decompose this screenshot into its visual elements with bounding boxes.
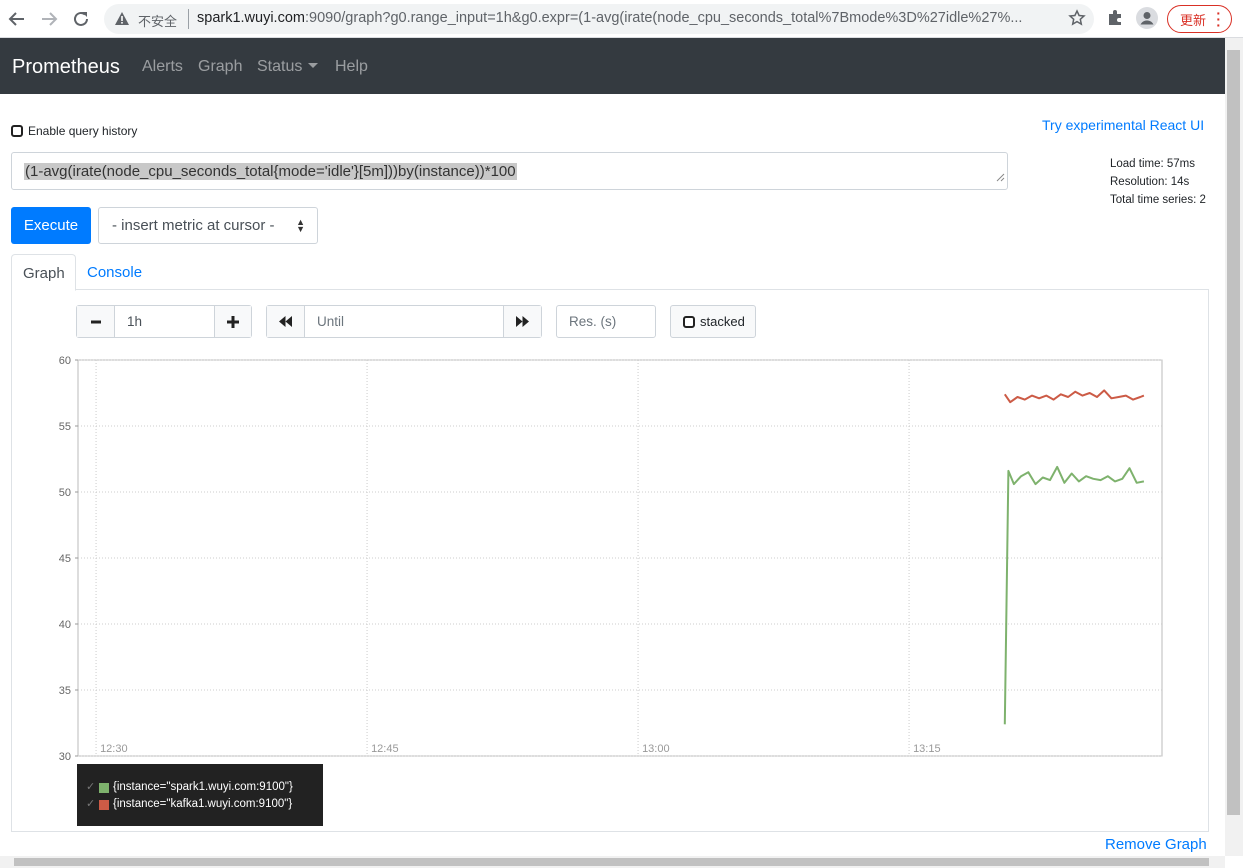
brand-logo[interactable]: Prometheus bbox=[12, 56, 120, 79]
reload-icon[interactable] bbox=[70, 8, 92, 30]
range-input[interactable]: 1h bbox=[127, 314, 142, 329]
load-time: Load time: 57ms bbox=[1110, 158, 1196, 170]
chart-legend: ✓ {instance="spark1.wuyi.com:9100"} ✓ {i… bbox=[77, 764, 323, 826]
y-tick-label: 40 bbox=[59, 619, 71, 631]
legend-item-kafka1[interactable]: ✓ {instance="kafka1.wuyi.com:9100"} bbox=[86, 796, 323, 813]
time-series-chart[interactable]: 30 35 40 45 50 55 60 12:30 12:45 13:00 13:15 bbox=[40, 350, 1170, 760]
horizontal-scrollbar[interactable] bbox=[0, 856, 1225, 868]
legend-swatch-red bbox=[99, 799, 109, 810]
more-menu-icon[interactable]: · · · bbox=[1216, 6, 1221, 32]
resize-grip-icon[interactable] bbox=[996, 169, 1005, 187]
profile-avatar-icon[interactable] bbox=[1136, 7, 1158, 29]
back-icon[interactable] bbox=[6, 8, 28, 30]
y-tick-label: 50 bbox=[59, 487, 71, 499]
total-series: Total time series: 2 bbox=[1110, 194, 1206, 206]
stacked-toggle[interactable]: stacked bbox=[670, 305, 756, 338]
x-tick-label: 13:15 bbox=[913, 743, 941, 755]
stacked-checkbox[interactable] bbox=[683, 315, 695, 328]
y-tick-label: 60 bbox=[59, 355, 71, 367]
url-path: :9090/graph?g0.range_input=1h&g0.expr=(1… bbox=[304, 10, 1023, 26]
metric-select-label: - insert metric at cursor - bbox=[112, 217, 275, 234]
nav-graph[interactable]: Graph bbox=[198, 58, 242, 76]
nav-alerts[interactable]: Alerts bbox=[142, 58, 183, 76]
x-tick-label: 12:45 bbox=[371, 743, 399, 755]
step-back-button[interactable] bbox=[267, 306, 305, 337]
url-text[interactable]: spark1.wuyi.com:9090/graph?g0.range_inpu… bbox=[197, 10, 1057, 26]
query-stats: Load time: 57ms Resolution: 14s Total ti… bbox=[1110, 155, 1206, 209]
update-label: 更新 bbox=[1180, 12, 1207, 28]
legend-label-spark1: {instance="spark1.wuyi.com:9100"} bbox=[113, 781, 293, 793]
y-tick-label: 35 bbox=[59, 685, 71, 697]
until-input[interactable]: Until bbox=[317, 314, 344, 329]
react-ui-link[interactable]: Try experimental React UI bbox=[1042, 117, 1204, 133]
vertical-scrollbar[interactable] bbox=[1225, 38, 1243, 856]
execute-button[interactable]: Execute bbox=[11, 207, 91, 244]
chevron-down-icon bbox=[308, 63, 319, 68]
query-history-toggle[interactable]: Enable query history bbox=[11, 124, 137, 138]
extensions-puzzle-icon[interactable] bbox=[1106, 9, 1124, 32]
query-history-label: Enable query history bbox=[28, 124, 138, 138]
browser-update-button[interactable]: 更新 · · · bbox=[1167, 5, 1232, 33]
y-tick-label: 55 bbox=[59, 421, 71, 433]
step-forward-button[interactable] bbox=[503, 306, 541, 337]
remove-graph-link[interactable]: Remove Graph bbox=[1105, 836, 1207, 853]
decrease-range-button[interactable] bbox=[77, 306, 115, 337]
horizontal-scroll-thumb[interactable] bbox=[14, 858, 1209, 866]
increase-range-button[interactable] bbox=[214, 306, 251, 337]
nav-status-label: Status bbox=[257, 58, 303, 75]
expression-text: (1-avg(irate(node_cpu_seconds_total{mode… bbox=[24, 163, 517, 180]
insecure-label: 不安全 bbox=[138, 14, 178, 29]
bookmark-star-icon[interactable] bbox=[1068, 9, 1086, 32]
x-tick-label: 12:30 bbox=[100, 743, 128, 755]
warning-icon bbox=[114, 11, 130, 31]
address-bar[interactable]: 不安全 spark1.wuyi.com:9090/graph?g0.range_… bbox=[104, 4, 1094, 34]
legend-item-spark1[interactable]: ✓ {instance="spark1.wuyi.com:9100"} bbox=[86, 779, 323, 796]
omnibox-divider bbox=[188, 9, 189, 29]
legend-label-kafka1: {instance="kafka1.wuyi.com:9100"} bbox=[113, 798, 293, 810]
expression-input[interactable]: (1-avg(irate(node_cpu_seconds_total{mode… bbox=[11, 152, 1008, 190]
tab-console[interactable]: Console bbox=[87, 264, 142, 281]
y-tick-label: 45 bbox=[59, 553, 71, 565]
vertical-scroll-thumb[interactable] bbox=[1227, 50, 1240, 815]
range-control: 1h bbox=[76, 305, 252, 338]
nav-help[interactable]: Help bbox=[335, 58, 368, 76]
x-tick-label: 13:00 bbox=[642, 743, 670, 755]
nav-status[interactable]: Status bbox=[257, 58, 319, 76]
tab-graph[interactable]: Graph bbox=[11, 254, 76, 291]
insert-metric-select[interactable]: - insert metric at cursor - ▲ ▼ bbox=[98, 207, 318, 244]
prometheus-navbar: Prometheus Alerts Graph Status Help bbox=[0, 38, 1225, 94]
check-icon: ✓ bbox=[86, 798, 96, 810]
forward-icon[interactable] bbox=[38, 8, 60, 30]
stacked-label: stacked bbox=[700, 314, 745, 329]
select-arrows-icon: ▲ ▼ bbox=[296, 217, 305, 234]
resolution: Resolution: 14s bbox=[1110, 176, 1190, 188]
end-time-control: Until bbox=[266, 305, 542, 338]
query-history-checkbox[interactable] bbox=[11, 125, 23, 137]
resolution-input[interactable]: Res. (s) bbox=[556, 305, 656, 338]
resolution-placeholder: Res. (s) bbox=[569, 314, 617, 329]
legend-swatch-green bbox=[99, 782, 109, 793]
browser-toolbar: 不安全 spark1.wuyi.com:9090/graph?g0.range_… bbox=[0, 0, 1243, 38]
url-host: spark1.wuyi.com bbox=[197, 10, 305, 26]
result-tabs: Graph Console bbox=[11, 254, 1209, 291]
y-tick-label: 30 bbox=[59, 751, 71, 760]
check-icon: ✓ bbox=[86, 781, 96, 793]
